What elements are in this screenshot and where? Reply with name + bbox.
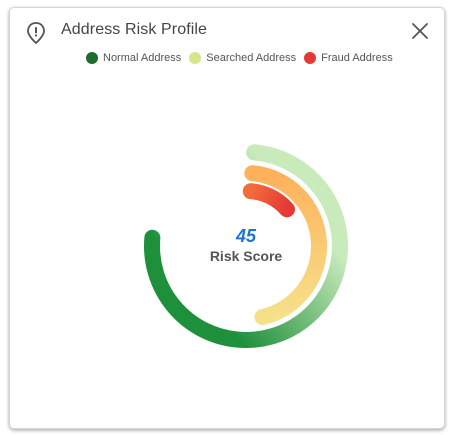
radial-bar-fraud-address[interactable] [242, 183, 296, 218]
risk-score-label: Risk Score [209, 248, 283, 264]
risk-profile-card: Address Risk Profile Normal Address Sear… [9, 7, 445, 429]
radial-bar-chart [144, 144, 348, 348]
risk-score-value: 45 [235, 226, 257, 246]
